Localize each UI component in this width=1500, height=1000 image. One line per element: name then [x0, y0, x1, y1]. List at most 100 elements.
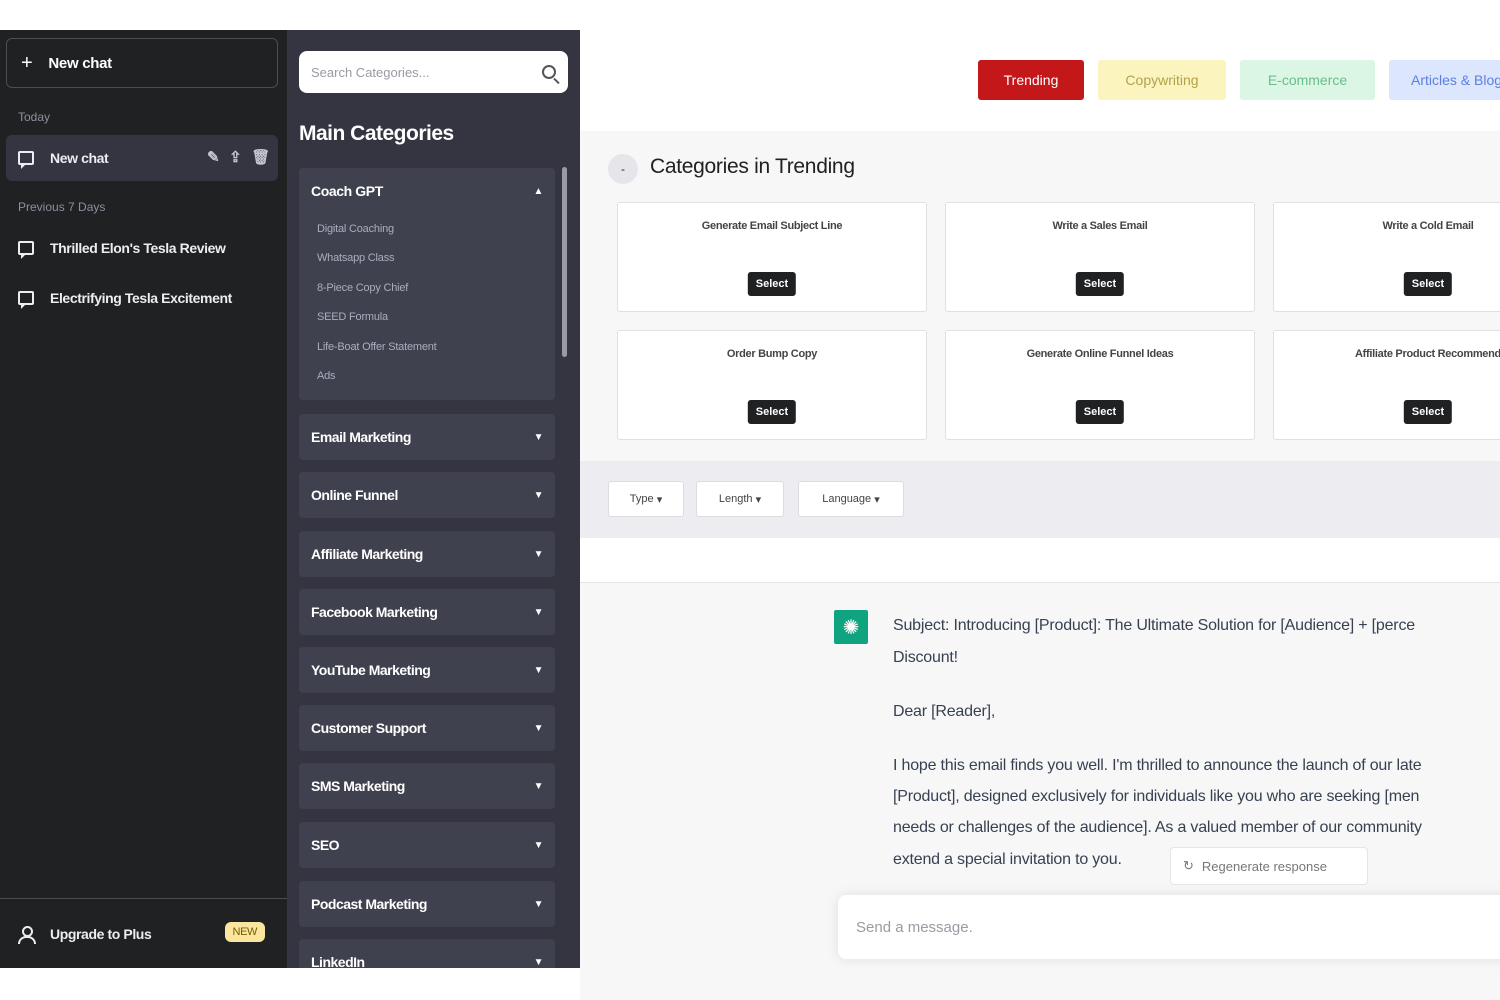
chat-item-history[interactable]: Electrifying Tesla Excitement: [6, 275, 278, 321]
select-button[interactable]: Select: [747, 272, 797, 296]
prompt-card: Affiliate Product Recommend Select: [1273, 330, 1500, 440]
subcategory-item[interactable]: Ads: [299, 362, 555, 392]
tab-trending[interactable]: Trending: [978, 60, 1084, 100]
trash-icon[interactable]: 🗑: [251, 148, 270, 166]
tab-articles-blogs[interactable]: Articles & Blogs: [1389, 60, 1500, 100]
chat-item-label: New chat: [50, 150, 109, 166]
chevron-down-icon: ▼: [533, 722, 544, 734]
plus-icon: +: [21, 51, 33, 74]
category-row[interactable]: SMS Marketing ▼: [299, 763, 555, 809]
chevron-down-icon: ▼: [533, 606, 544, 618]
today-label: Today: [18, 110, 51, 124]
select-button[interactable]: Select: [1075, 272, 1125, 296]
chat-actions: ✎ ⇪ 🗑: [207, 148, 270, 166]
prompt-card: Generate Online Funnel Ideas Select: [945, 330, 1255, 440]
main-area: Trending Copywriting E-commerce Articles…: [580, 30, 1500, 1000]
select-button[interactable]: Select: [1403, 400, 1453, 424]
card-title: Order Bump Copy: [726, 348, 818, 360]
trending-panel: - Categories in Trending Generate Email …: [580, 131, 1500, 461]
caret-down-icon: ▾: [656, 493, 663, 506]
upgrade-plus-button[interactable]: Upgrade to Plus NEW: [0, 898, 287, 968]
category-row[interactable]: Facebook Marketing ▼: [299, 589, 555, 635]
category-row[interactable]: Affiliate Marketing ▼: [299, 531, 555, 577]
chat-sidebar: + New chat Today New chat ✎ ⇪ 🗑 Previous…: [0, 30, 287, 968]
card-title: Write a Cold Email: [1382, 220, 1474, 232]
category-search-field[interactable]: Search Categories...: [299, 51, 568, 93]
chevron-down-icon: ▼: [533, 839, 544, 851]
new-badge: NEW: [224, 922, 265, 942]
type-dropdown[interactable]: Type ▾: [608, 481, 684, 517]
category-tabs: Trending Copywriting E-commerce Articles…: [978, 60, 1500, 100]
chevron-down-icon: ▼: [533, 780, 544, 792]
category-expanded-coach-gpt: Coach GPT ▲ Digital Coaching Whatsapp Cl…: [299, 168, 555, 400]
select-button[interactable]: Select: [747, 400, 797, 424]
chevron-down-icon: ▼: [533, 664, 544, 676]
language-dropdown[interactable]: Language ▾: [798, 481, 904, 517]
category-row[interactable]: YouTube Marketing ▼: [299, 647, 555, 693]
message-text: Dear [Reader],: [893, 703, 996, 720]
filter-bar: Type ▾ Length ▾ Language ▾: [580, 461, 1500, 538]
length-dropdown[interactable]: Length ▾: [696, 481, 784, 517]
select-button[interactable]: Select: [1075, 400, 1125, 424]
section-title: Categories in Trending: [650, 155, 855, 178]
chat-item-active[interactable]: New chat ✎ ⇪ 🗑: [6, 135, 278, 181]
category-label: SEO: [311, 837, 340, 853]
prompt-card: Write a Cold Email Select: [1273, 202, 1500, 312]
select-button[interactable]: Select: [1403, 272, 1453, 296]
search-icon[interactable]: [542, 65, 556, 79]
prompt-card: Order Bump Copy Select: [617, 330, 927, 440]
card-title: Write a Sales Email: [1052, 220, 1148, 232]
length-label: Length: [718, 493, 753, 505]
language-label: Language: [822, 493, 872, 505]
user-icon: [18, 925, 36, 944]
message-text: needs or challenges of the audience]. As…: [893, 819, 1422, 836]
category-label: Customer Support: [311, 720, 426, 736]
category-row[interactable]: Email Marketing ▼: [299, 414, 555, 460]
category-label: Facebook Marketing: [311, 604, 438, 620]
message-text: Subject: Introducing [Product]: The Ulti…: [893, 617, 1415, 634]
category-label: SMS Marketing: [311, 778, 405, 794]
chat-item-label: Electrifying Tesla Excitement: [50, 290, 232, 306]
chevron-down-icon: ▼: [533, 431, 544, 443]
main-categories-title: Main Categories: [299, 122, 454, 145]
subcategory-item[interactable]: Digital Coaching: [299, 214, 555, 244]
subcategory-item[interactable]: 8-Piece Copy Chief: [299, 273, 555, 303]
previous-7-days-label: Previous 7 Days: [18, 200, 106, 214]
share-icon[interactable]: ⇪: [229, 148, 242, 166]
text-fade: [238, 275, 278, 321]
prompt-card: Write a Sales Email Select: [945, 202, 1255, 312]
message-input-box: [838, 895, 1500, 959]
category-row[interactable]: Podcast Marketing ▼: [299, 881, 555, 927]
category-scrollbar[interactable]: [562, 167, 567, 357]
chat-item-label: Thrilled Elon's Tesla Review: [50, 240, 226, 256]
message-input[interactable]: [856, 918, 1456, 936]
subcategory-item[interactable]: Life-Boat Offer Statement: [299, 332, 555, 362]
card-title: Generate Online Funnel Ideas: [1026, 348, 1174, 360]
subcategory-item[interactable]: SEED Formula: [299, 303, 555, 333]
subcategory-item[interactable]: Whatsapp Class: [299, 244, 555, 274]
edit-icon[interactable]: ✎: [207, 148, 220, 166]
chevron-down-icon: ▼: [533, 548, 544, 560]
message-text: I hope this email finds you well. I'm th…: [893, 757, 1422, 774]
tab-copywriting[interactable]: Copywriting: [1098, 60, 1226, 100]
refresh-icon: ↻: [1183, 858, 1194, 873]
category-header-coach-gpt[interactable]: Coach GPT ▲: [299, 168, 555, 214]
category-row[interactable]: SEO ▼: [299, 822, 555, 868]
chat-item-history[interactable]: Thrilled Elon's Tesla Review: [6, 225, 278, 271]
category-label: Online Funnel: [311, 487, 398, 503]
type-label: Type: [629, 493, 654, 505]
regenerate-label: Regenerate response: [1201, 858, 1327, 874]
new-chat-label: New chat: [48, 54, 112, 72]
regenerate-button[interactable]: ↻ Regenerate response: [1170, 847, 1368, 885]
new-chat-button[interactable]: + New chat: [6, 38, 278, 88]
card-title: Affiliate Product Recommend: [1355, 348, 1500, 360]
category-row[interactable]: LinkedIn ▼: [299, 939, 555, 968]
app-root: + New chat Today New chat ✎ ⇪ 🗑 Previous…: [0, 0, 1500, 1000]
category-row[interactable]: Customer Support ▼: [299, 705, 555, 751]
collapse-button[interactable]: -: [608, 154, 638, 184]
category-label: Affiliate Marketing: [311, 546, 423, 562]
category-panel: Search Categories... Main Categories Coa…: [287, 30, 580, 968]
category-row[interactable]: Online Funnel ▼: [299, 472, 555, 518]
chat-bubble-icon: [18, 241, 34, 259]
tab-ecommerce[interactable]: E-commerce: [1240, 60, 1375, 100]
